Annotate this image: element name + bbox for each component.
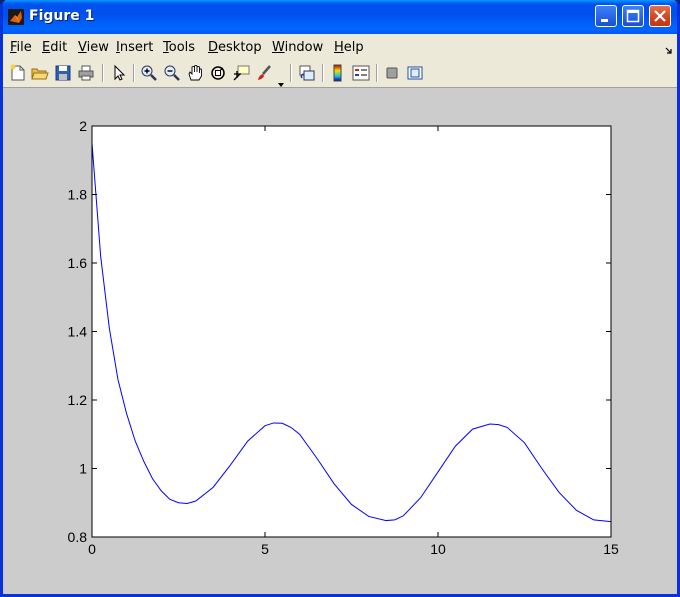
menu-window[interactable]: Window: [272, 40, 323, 55]
figure-toolbar: [3, 60, 677, 88]
y-tick-label: 0.8: [68, 529, 88, 545]
x-tick-label: 5: [261, 541, 269, 557]
menu-insert[interactable]: Insert: [116, 40, 153, 55]
menu-tools[interactable]: Tools: [163, 40, 195, 55]
hide-plot-tools-icon[interactable]: [383, 64, 401, 82]
show-plot-tools-icon[interactable]: [406, 64, 424, 82]
toolbar-separator: [322, 64, 324, 82]
y-tick-label: 1.6: [68, 255, 88, 271]
open-file-icon[interactable]: [31, 64, 49, 82]
figure-canvas[interactable]: 0 5 10 15 0.8 1 1.2 1.4 1.6 1.8 2: [3, 88, 677, 594]
legend-icon[interactable]: [352, 64, 370, 82]
menu-edit[interactable]: Edit: [42, 40, 67, 55]
y-tick-label: 1.2: [68, 392, 88, 408]
brush-icon[interactable]: [255, 64, 273, 82]
menu-file[interactable]: File: [10, 40, 32, 55]
y-tick-label: 1.4: [68, 324, 88, 340]
line-plot[interactable]: 0 5 10 15 0.8 1 1.2 1.4 1.6 1.8 2: [3, 88, 677, 594]
y-tick-label: 2: [79, 118, 87, 134]
menu-desktop[interactable]: Desktop: [208, 40, 262, 55]
matlab-logo-icon: [8, 9, 24, 25]
close-button[interactable]: [649, 5, 671, 27]
new-figure-icon[interactable]: [9, 64, 27, 82]
title-bar[interactable]: Figure 1: [3, 0, 677, 34]
x-tick-label: 10: [430, 541, 446, 557]
x-tick-label: 0: [88, 541, 96, 557]
menu-bar: File Edit View Insert Tools Desktop Wind…: [3, 34, 677, 60]
minimize-button[interactable]: [595, 5, 617, 27]
toolbar-separator: [102, 64, 104, 82]
zoom-out-icon[interactable]: [163, 64, 181, 82]
x-tick-label: 15: [603, 541, 619, 557]
toolbar-separator: [376, 64, 378, 82]
y-tick-label: 1.8: [68, 187, 88, 203]
save-icon[interactable]: [54, 64, 72, 82]
toolbar-separator: [133, 64, 135, 82]
pan-icon[interactable]: [186, 64, 204, 82]
link-plot-icon[interactable]: [298, 64, 316, 82]
window-title: Figure 1: [29, 8, 95, 24]
edit-plot-icon[interactable]: [110, 64, 128, 82]
figure-window: Figure 1 File Edit View Insert Tools Des…: [0, 0, 680, 597]
colorbar-icon[interactable]: [329, 64, 347, 82]
y-tick-label: 1: [79, 461, 87, 477]
toolbar-separator: [290, 64, 292, 82]
rotate-3d-icon[interactable]: [209, 64, 227, 82]
dock-arrow-icon[interactable]: [665, 40, 673, 59]
menu-help[interactable]: Help: [334, 40, 364, 55]
print-icon[interactable]: [77, 64, 95, 82]
axes-background: [92, 126, 611, 537]
menu-view[interactable]: View: [78, 40, 109, 55]
maximize-button[interactable]: [622, 5, 644, 27]
data-cursor-icon[interactable]: [232, 64, 250, 82]
zoom-in-icon[interactable]: [140, 64, 158, 82]
